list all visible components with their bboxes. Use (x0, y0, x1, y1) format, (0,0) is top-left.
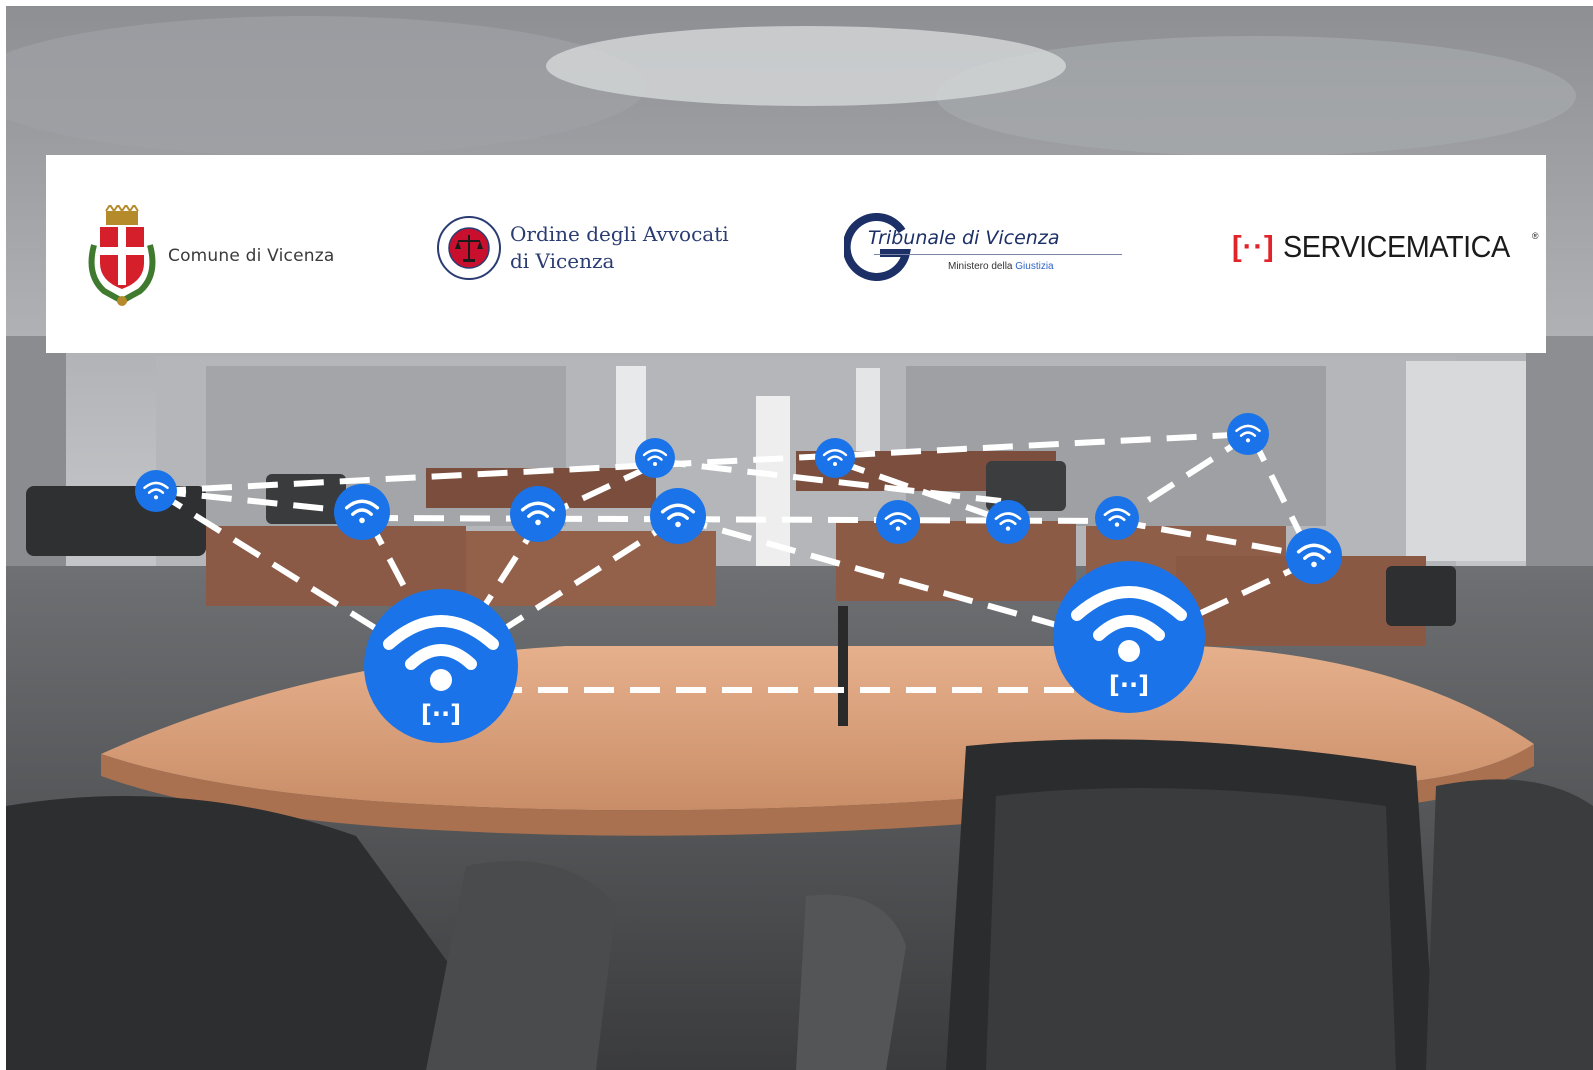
wifi-node (876, 500, 920, 544)
wifi-node (1286, 528, 1342, 584)
comune-name: Comune di Vicenza (168, 246, 335, 266)
wifi-node (815, 438, 855, 478)
wifi-hub: [··] (364, 589, 518, 743)
servicematica-mark: [··] (1232, 230, 1275, 263)
wifi-node (650, 488, 706, 544)
servicematica-word: SERVICEMATICA (1282, 229, 1510, 264)
partner-logos-banner: Comune di Vicenza Ordine degli Avvocati … (46, 155, 1546, 353)
tribunale-logo: Tribunale di Vicenza Ministero della Giu… (844, 213, 1134, 283)
ordine-logo: Ordine degli Avvocati di Vicenza (436, 215, 729, 281)
wifi-node (635, 438, 675, 478)
wifi-node (1227, 413, 1269, 455)
ordine-line2: di Vicenza (510, 249, 615, 273)
tribunale-name: Tribunale di Vicenza (868, 227, 1060, 249)
wifi-node (1095, 496, 1139, 540)
hub-mark: [··] (421, 700, 461, 728)
ordine-line1: Ordine degli Avvocati (510, 222, 729, 246)
hub-mark: [··] (1109, 671, 1149, 699)
servicematica-logo: [··] SERVICEMATICA ® (1232, 229, 1539, 265)
wifi-node (986, 500, 1030, 544)
registered-mark: ® (1531, 231, 1539, 241)
tribunale-subtitle: Ministero della Giustizia (948, 261, 1054, 272)
tribunale-rule (874, 254, 1122, 255)
wifi-node (334, 484, 390, 540)
wifi-hub: [··] (1053, 561, 1205, 713)
comune-logo: Comune di Vicenza (84, 205, 334, 307)
wifi-node (135, 470, 177, 512)
wifi-node (510, 486, 566, 542)
crest-icon (88, 205, 156, 306)
scales-seal-icon (437, 216, 501, 280)
